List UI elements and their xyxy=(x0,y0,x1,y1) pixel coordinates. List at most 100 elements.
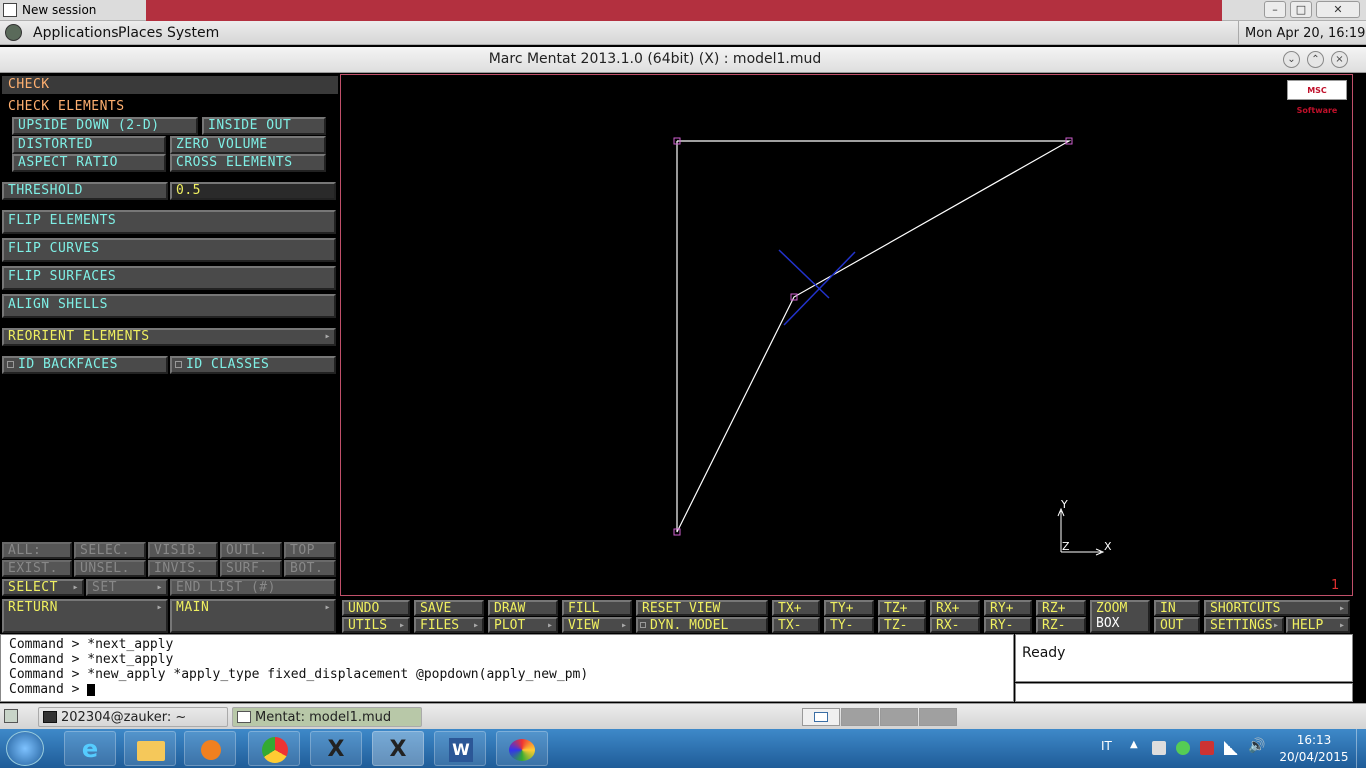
tray-expand-icon[interactable]: ▲ xyxy=(1130,739,1138,750)
tray-security-icon[interactable] xyxy=(1200,741,1214,755)
workspace-2[interactable] xyxy=(841,708,879,726)
chevron-up-icon[interactable]: ⌃ xyxy=(1307,51,1324,68)
rx-plus-button[interactable]: RX+ xyxy=(930,600,980,616)
help-button[interactable]: HELP xyxy=(1286,617,1350,633)
ty-minus-button[interactable]: TY- xyxy=(824,617,874,633)
undo-button[interactable]: UNDO xyxy=(342,600,410,616)
command-input-line[interactable]: Command > xyxy=(9,682,96,697)
command-history-text: *next_apply xyxy=(87,652,174,667)
xming-active-icon[interactable]: X xyxy=(372,731,424,766)
flip-curves-button[interactable]: FLIP CURVES xyxy=(2,238,336,262)
ty-plus-button[interactable]: TY+ xyxy=(824,600,874,616)
end-list-button[interactable]: END LIST (#) xyxy=(170,579,336,596)
tx-plus-button[interactable]: TX+ xyxy=(772,600,820,616)
menu-system[interactable]: System xyxy=(167,25,219,41)
select-invisible-button[interactable]: INVIS. xyxy=(148,560,218,577)
internet-explorer-icon[interactable]: e xyxy=(64,731,116,766)
workspace-1[interactable] xyxy=(802,708,840,726)
rz-plus-button[interactable]: RZ+ xyxy=(1036,600,1086,616)
threshold-field[interactable]: 0.5 xyxy=(170,182,336,200)
zoom-box-button[interactable]: ZOOM BOX xyxy=(1090,600,1150,633)
media-player-icon[interactable] xyxy=(184,731,236,766)
reset-view-button[interactable]: RESET VIEW xyxy=(636,600,768,616)
select-selected-button[interactable]: SELEC. xyxy=(74,542,146,559)
flip-surfaces-button[interactable]: FLIP SURFACES xyxy=(2,266,336,290)
chevron-down-icon[interactable]: ⌄ xyxy=(1283,51,1300,68)
tx-minus-button[interactable]: TX- xyxy=(772,617,820,633)
file-explorer-icon[interactable] xyxy=(124,731,176,766)
action-center-icon[interactable] xyxy=(1152,741,1166,755)
taskbar-mentat[interactable]: Mentat: model1.mud xyxy=(232,707,422,727)
network-signal-icon[interactable] xyxy=(1224,741,1238,755)
plot-button[interactable]: PLOT xyxy=(488,617,558,633)
ry-minus-button[interactable]: RY- xyxy=(984,617,1032,633)
zero-volume-button[interactable]: ZERO VOLUME xyxy=(170,136,326,154)
rx-minus-button[interactable]: RX- xyxy=(930,617,980,633)
tray-app-icon[interactable] xyxy=(1176,741,1190,755)
dyn-model-toggle[interactable]: DYN. MODEL xyxy=(636,617,768,633)
return-button[interactable]: RETURN xyxy=(2,599,168,633)
menu-places[interactable]: Places xyxy=(118,25,163,41)
main-button[interactable]: MAIN xyxy=(170,599,336,633)
volume-icon[interactable]: 🔊 xyxy=(1248,738,1265,754)
show-desktop-button[interactable] xyxy=(1356,729,1366,768)
upside-down-button[interactable]: UPSIDE DOWN (2-D) xyxy=(12,117,198,135)
select-unselected-button[interactable]: UNSEL. xyxy=(74,560,146,577)
maximize-icon[interactable]: □ xyxy=(1290,1,1312,18)
zoom-in-button[interactable]: IN xyxy=(1154,600,1200,616)
xming-icon[interactable]: X xyxy=(310,731,362,766)
align-shells-button[interactable]: ALIGN SHELLS xyxy=(2,294,336,318)
select-top-button[interactable]: TOP xyxy=(284,542,336,559)
tz-minus-button[interactable]: TZ- xyxy=(878,617,926,633)
select-surface-button[interactable]: SURF. xyxy=(220,560,282,577)
graphics-viewport[interactable]: MSC Software Y X Z 1 xyxy=(340,74,1353,596)
utils-button[interactable]: UTILS xyxy=(342,617,410,633)
view-button[interactable]: VIEW xyxy=(562,617,632,633)
rz-minus-button[interactable]: RZ- xyxy=(1036,617,1086,633)
axis-x-label: X xyxy=(1104,540,1112,553)
tray-date[interactable]: 20/04/2015 xyxy=(1278,750,1350,764)
select-all-button[interactable]: ALL: xyxy=(2,542,72,559)
fill-button[interactable]: FILL xyxy=(562,600,632,616)
save-button[interactable]: SAVE xyxy=(414,600,484,616)
set-button[interactable]: SET xyxy=(86,579,168,596)
inside-out-button[interactable]: INSIDE OUT xyxy=(202,117,326,135)
menu-applications[interactable]: Applications xyxy=(33,25,119,41)
paint-icon[interactable] xyxy=(496,731,548,766)
word-icon[interactable]: W xyxy=(434,731,486,766)
workspace-3[interactable] xyxy=(880,708,918,726)
settings-button[interactable]: SETTINGS xyxy=(1204,617,1284,633)
flip-elements-button[interactable]: FLIP ELEMENTS xyxy=(2,210,336,234)
shortcuts-button[interactable]: SHORTCUTS xyxy=(1204,600,1350,616)
files-button[interactable]: FILES xyxy=(414,617,484,633)
chrome-icon[interactable] xyxy=(248,731,300,766)
tz-plus-button[interactable]: TZ+ xyxy=(878,600,926,616)
gnome-foot-icon[interactable] xyxy=(5,24,22,41)
select-button[interactable]: SELECT xyxy=(2,579,84,596)
select-exist-button[interactable]: EXIST. xyxy=(2,560,72,577)
taskbar-terminal[interactable]: 202304@zauker: ~ xyxy=(38,707,228,727)
id-backfaces-toggle[interactable]: ID BACKFACES xyxy=(2,356,168,374)
show-desktop-icon[interactable] xyxy=(4,709,18,723)
ry-plus-button[interactable]: RY+ xyxy=(984,600,1032,616)
cross-elements-button[interactable]: CROSS ELEMENTS xyxy=(170,154,326,172)
distorted-button[interactable]: DISTORTED xyxy=(12,136,166,154)
select-visible-button[interactable]: VISIB. xyxy=(148,542,218,559)
select-bottom-button[interactable]: BOT. xyxy=(284,560,336,577)
close-icon[interactable]: × xyxy=(1331,51,1348,68)
command-console[interactable]: Command > *next_apply Command > *next_ap… xyxy=(0,634,1014,702)
start-button-icon[interactable] xyxy=(6,731,44,766)
aspect-ratio-button[interactable]: ASPECT RATIO xyxy=(12,154,166,172)
workspace-4[interactable] xyxy=(919,708,957,726)
tray-time[interactable]: 16:13 xyxy=(1284,733,1344,747)
check-elements-header: CHECK ELEMENTS xyxy=(2,98,338,116)
zoom-out-button[interactable]: OUT xyxy=(1154,617,1200,633)
minimize-icon[interactable]: – xyxy=(1264,1,1286,18)
language-indicator[interactable]: IT xyxy=(1101,739,1112,753)
panel-clock[interactable]: Mon Apr 20, 16:19 xyxy=(1245,26,1365,41)
close-icon[interactable]: ✕ xyxy=(1316,1,1360,18)
draw-button[interactable]: DRAW xyxy=(488,600,558,616)
select-outline-button[interactable]: OUTL. xyxy=(220,542,282,559)
reorient-elements-button[interactable]: REORIENT ELEMENTS xyxy=(2,328,336,346)
id-classes-toggle[interactable]: ID CLASSES xyxy=(170,356,336,374)
